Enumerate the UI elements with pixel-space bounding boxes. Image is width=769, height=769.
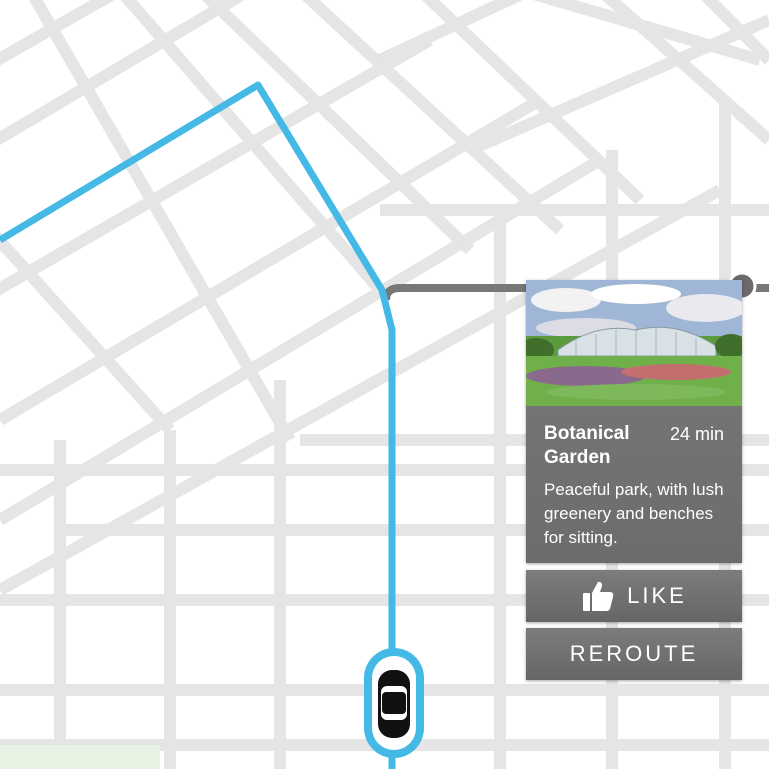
poi-card[interactable]: Botanical Garden 24 min Peaceful park, w… — [526, 280, 742, 563]
reroute-label: REROUTE — [569, 641, 699, 666]
reroute-button[interactable]: REROUTE — [526, 628, 742, 680]
thumbs-up-icon — [583, 581, 614, 611]
like-button[interactable]: LIKE — [526, 570, 742, 622]
poi-description: Peaceful park, with lush greenery and be… — [544, 480, 724, 547]
poi-name: Botanical Garden — [544, 423, 630, 468]
like-label: LIKE — [627, 583, 687, 608]
poi-photo — [526, 280, 742, 406]
car-icon — [364, 648, 424, 758]
park-area — [0, 745, 160, 769]
poi-eta: 24 min — [669, 424, 724, 444]
